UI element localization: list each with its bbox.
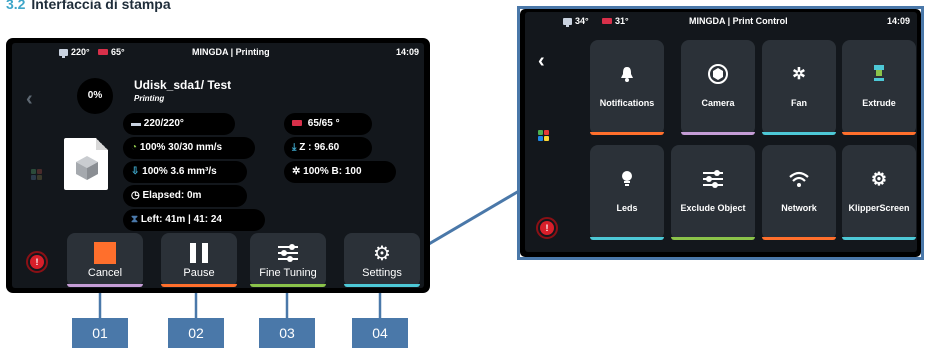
extruder-temp[interactable]: ▬ 220/220° [123,113,235,135]
stop-icon [94,242,116,264]
fan-icon: ✲ [792,66,806,83]
settings-button[interactable]: ⚙ Settings [344,233,420,287]
bed-temp: 31° [602,16,629,26]
menu-grid-icon[interactable] [31,169,42,180]
screen-title: MINGDA | Printing [192,47,270,57]
menu-grid-icon[interactable] [538,130,549,141]
bed-temp: 65° [98,47,125,57]
nozzle-temp: 34° [563,16,589,27]
print-control-screen: 34° 31° MINGDA | Print Control 14:09 ‹ !… [520,9,921,257]
print-speed[interactable]: ◔ 100% 30/30 mm/s [123,137,255,159]
nozzle-icon [563,18,572,27]
cancel-button[interactable]: Cancel [67,233,143,287]
status-bar: 34° 31° MINGDA | Print Control 14:09 [525,12,917,30]
bed-temp-value[interactable]: 65/65 ° [284,113,372,135]
alert-icon[interactable]: ! [540,221,554,235]
back-arrow-icon[interactable]: ‹ [538,50,545,73]
tile-network[interactable]: Network [762,145,836,240]
pause-icon [190,243,196,263]
clock: 14:09 [396,47,420,57]
bell-icon [590,64,664,84]
clock: 14:09 [887,16,911,26]
sliders-icon [278,244,298,262]
tile-notifications[interactable]: Notifications [590,40,664,135]
sliders-icon [671,169,755,189]
nozzle-temp: 220° [59,47,90,58]
z-position: ⤓ Z : 96.60 [284,137,372,159]
status-bar: 220° 65° MINGDA | Printing 14:09 [12,43,424,61]
heated-bed-icon [292,120,302,126]
file-name: Udisk_sda1/ Test [134,78,232,92]
tile-klipperscreen[interactable]: ⚙ KlipperScreen [842,145,916,240]
fine-tuning-button[interactable]: Fine Tuning [250,233,326,287]
tile-fan[interactable]: ✲ Fan [762,40,836,135]
cube-icon [76,156,98,180]
alert-icon[interactable]: ! [30,255,44,269]
tile-camera[interactable]: Camera [681,40,755,135]
tile-exclude-object[interactable]: Exclude Object [671,145,755,240]
tile-extrude[interactable]: Extrude [842,40,916,135]
callout-03: 03 [259,318,315,348]
pause-button[interactable]: Pause [161,233,237,287]
flow-rate[interactable]: ⇩ 100% 3.6 mm³/s [123,161,247,183]
time-left: ⧗ Left: 41m | 41: 24 [123,209,265,231]
gears-icon: ⚙ [870,168,888,189]
screen-title: MINGDA | Print Control [689,16,788,26]
callout-01: 01 [72,318,128,348]
extruder-icon [842,64,916,84]
wifi-icon [762,169,836,189]
printing-screen: 220° 65° MINGDA | Printing 14:09 ‹ 0% Ud… [6,38,430,293]
bulb-icon [590,169,664,189]
heated-bed-icon [602,18,612,24]
progress-indicator: 0% [77,78,113,114]
heated-bed-icon [98,49,108,55]
callout-02: 02 [168,318,224,348]
camera-icon [681,64,755,84]
tile-leds[interactable]: Leds [590,145,664,240]
gears-icon: ⚙ [373,243,391,265]
nozzle-icon [59,49,68,58]
callout-04: 04 [352,318,408,348]
back-arrow-icon[interactable]: ‹ [26,88,33,111]
print-status: Printing [134,94,165,103]
fan-speed[interactable]: ✲ 100% B: 100 [284,161,396,183]
elapsed-time: ◷ Elapsed: 0m [123,185,247,207]
file-thumbnail [64,138,108,190]
